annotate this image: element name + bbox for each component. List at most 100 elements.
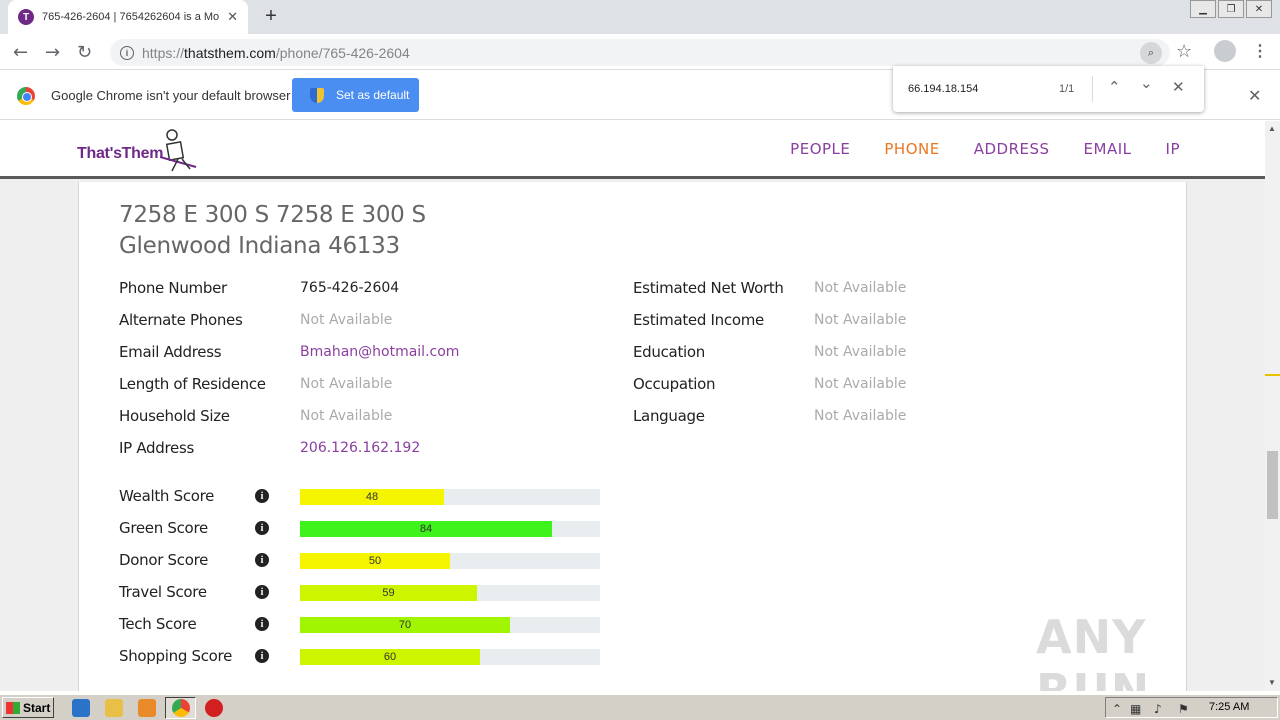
- score-label: Donor Score: [119, 551, 209, 569]
- field-label: Alternate Phones: [119, 311, 243, 329]
- internet-explorer-icon[interactable]: [72, 699, 90, 717]
- address-heading: 7258 E 300 S 7258 E 300 S Glenwood India…: [119, 200, 426, 262]
- reload-icon[interactable]: ↻: [77, 42, 92, 63]
- info-icon[interactable]: i: [255, 489, 269, 503]
- score-bar-track: 48: [300, 489, 600, 505]
- forward-arrow-icon[interactable]: →: [45, 42, 60, 63]
- find-previous-icon[interactable]: ⌃: [1108, 78, 1121, 96]
- back-arrow-icon[interactable]: ←: [13, 42, 28, 63]
- field-value: Not Available: [300, 376, 393, 392]
- score-bar-track: 50: [300, 553, 600, 569]
- tab-strip: T 765-426-2604 | 7654262604 is a Mo ✕ + …: [0, 0, 1280, 34]
- find-input[interactable]: 66.194.18.154: [908, 83, 978, 95]
- score-label: Shopping Score: [119, 647, 233, 665]
- field-value: Not Available: [300, 408, 393, 424]
- field-label: Occupation: [633, 375, 716, 393]
- network-icon[interactable]: ▦: [1130, 702, 1141, 716]
- shield-icon: [310, 87, 324, 103]
- nav-phone[interactable]: PHONE: [884, 140, 939, 158]
- field-label: Estimated Income: [633, 311, 764, 329]
- close-window-button[interactable]: ✕: [1246, 0, 1272, 18]
- browser-tab[interactable]: T 765-426-2604 | 7654262604 is a Mo ✕: [8, 0, 248, 34]
- site-header: That'sThem PEOPLE PHONE ADDRESS EMAIL IP: [0, 121, 1265, 179]
- field-value: Not Available: [814, 408, 907, 424]
- field-value: Not Available: [814, 280, 907, 296]
- tab-close-icon[interactable]: ✕: [227, 9, 238, 25]
- start-label: Start: [23, 700, 51, 715]
- menu-kebab-icon[interactable]: ⋮: [1252, 41, 1268, 61]
- bookmark-star-icon[interactable]: ☆: [1176, 41, 1192, 62]
- result-card: 7258 E 300 S 7258 E 300 S Glenwood India…: [78, 182, 1187, 691]
- tray-expand-icon[interactable]: ⌃: [1112, 702, 1122, 716]
- set-default-button[interactable]: Set as default: [292, 78, 419, 112]
- field-label: Education: [633, 343, 705, 361]
- scroll-up-icon[interactable]: ▲: [1268, 124, 1276, 133]
- scroll-thumb[interactable]: [1267, 451, 1278, 519]
- field-label: Language: [633, 407, 705, 425]
- nav-address[interactable]: ADDRESS: [974, 140, 1050, 158]
- scroll-down-icon[interactable]: ▼: [1268, 678, 1276, 687]
- windows-logo-icon: [6, 701, 20, 714]
- chrome-logo-icon: [17, 87, 35, 105]
- infobar-close-icon[interactable]: ✕: [1248, 86, 1261, 105]
- info-icon[interactable]: i: [255, 585, 269, 599]
- chrome-taskbar-button[interactable]: [165, 697, 196, 719]
- field-label: Household Size: [119, 407, 230, 425]
- anyrun-watermark: ANY RUN: [1036, 610, 1151, 691]
- email-link[interactable]: Bmahan@hotmail.com: [300, 344, 459, 360]
- minimize-button[interactable]: ▁: [1190, 0, 1216, 18]
- info-icon[interactable]: i: [255, 617, 269, 631]
- ip-address-link[interactable]: 206.126.162.192: [300, 440, 420, 456]
- field-value: Not Available: [814, 344, 907, 360]
- field-value: 765-426-2604: [300, 280, 400, 296]
- site-logo[interactable]: That'sThem: [77, 145, 163, 163]
- url-path: /phone/765-426-2604: [275, 44, 410, 61]
- field-label: IP Address: [119, 439, 194, 457]
- start-button[interactable]: Start: [2, 697, 54, 718]
- score-bar-fill: 60: [300, 649, 480, 665]
- info-icon[interactable]: i: [255, 649, 269, 663]
- file-explorer-icon[interactable]: [105, 699, 123, 717]
- score-label: Travel Score: [119, 583, 207, 601]
- score-bar-fill: 59: [300, 585, 477, 601]
- field-label: Phone Number: [119, 279, 227, 297]
- field-label: Email Address: [119, 343, 222, 361]
- url-host: thatsthem.com: [184, 44, 276, 61]
- address-line-1: 7258 E 300 S 7258 E 300 S: [119, 202, 426, 228]
- score-bar-track: 59: [300, 585, 600, 601]
- field-value: Not Available: [814, 376, 907, 392]
- browser-toolbar: ← → ↻ i https://thatsthem.com/phone/765-…: [0, 34, 1280, 70]
- windows-taskbar: Start ⌃ ▦ ♪ ⚑ 7:25 AM: [0, 694, 1280, 720]
- field-value: Not Available: [814, 312, 907, 328]
- volume-icon[interactable]: ♪: [1154, 702, 1162, 716]
- info-icon[interactable]: i: [255, 521, 269, 535]
- system-tray: ⌃ ▦ ♪ ⚑ 7:25 AM: [1105, 697, 1278, 718]
- nav-people[interactable]: PEOPLE: [790, 140, 850, 158]
- find-match-count: 1/1: [1059, 83, 1075, 95]
- find-close-icon[interactable]: ✕: [1172, 78, 1185, 96]
- find-icon[interactable]: ⌕: [1140, 42, 1162, 64]
- stop-app-icon[interactable]: [205, 699, 223, 717]
- address-line-2: Glenwood Indiana 46133: [119, 233, 400, 259]
- score-bar-track: 60: [300, 649, 600, 665]
- score-bar-track: 84: [300, 521, 600, 537]
- new-tab-button[interactable]: +: [260, 5, 282, 28]
- media-player-icon[interactable]: [138, 699, 156, 717]
- profile-avatar-icon[interactable]: [1214, 40, 1236, 62]
- url-scheme: https://: [142, 44, 185, 61]
- site-info-icon[interactable]: i: [120, 45, 134, 60]
- action-center-flag-icon[interactable]: ⚑: [1178, 702, 1189, 716]
- page-scrollbar[interactable]: ▲ ▼: [1265, 121, 1280, 691]
- score-bar-fill: 48: [300, 489, 444, 505]
- find-next-icon[interactable]: ⌄: [1140, 74, 1153, 92]
- address-bar[interactable]: i https://thatsthem.com/phone/765-426-26…: [110, 39, 1170, 66]
- infobar-message: Google Chrome isn't your default browser: [51, 88, 291, 103]
- score-label: Tech Score: [119, 615, 197, 633]
- info-icon[interactable]: i: [255, 553, 269, 567]
- field-label: Estimated Net Worth: [633, 279, 784, 297]
- nav-ip[interactable]: IP: [1166, 140, 1180, 158]
- url-text[interactable]: https://thatsthem.com/phone/765-426-2604: [142, 45, 410, 61]
- find-bar: 66.194.18.154 1/1 ⌃ ⌄ ✕: [893, 66, 1204, 112]
- nav-email[interactable]: EMAIL: [1084, 140, 1132, 158]
- restore-button[interactable]: ❐: [1218, 0, 1244, 18]
